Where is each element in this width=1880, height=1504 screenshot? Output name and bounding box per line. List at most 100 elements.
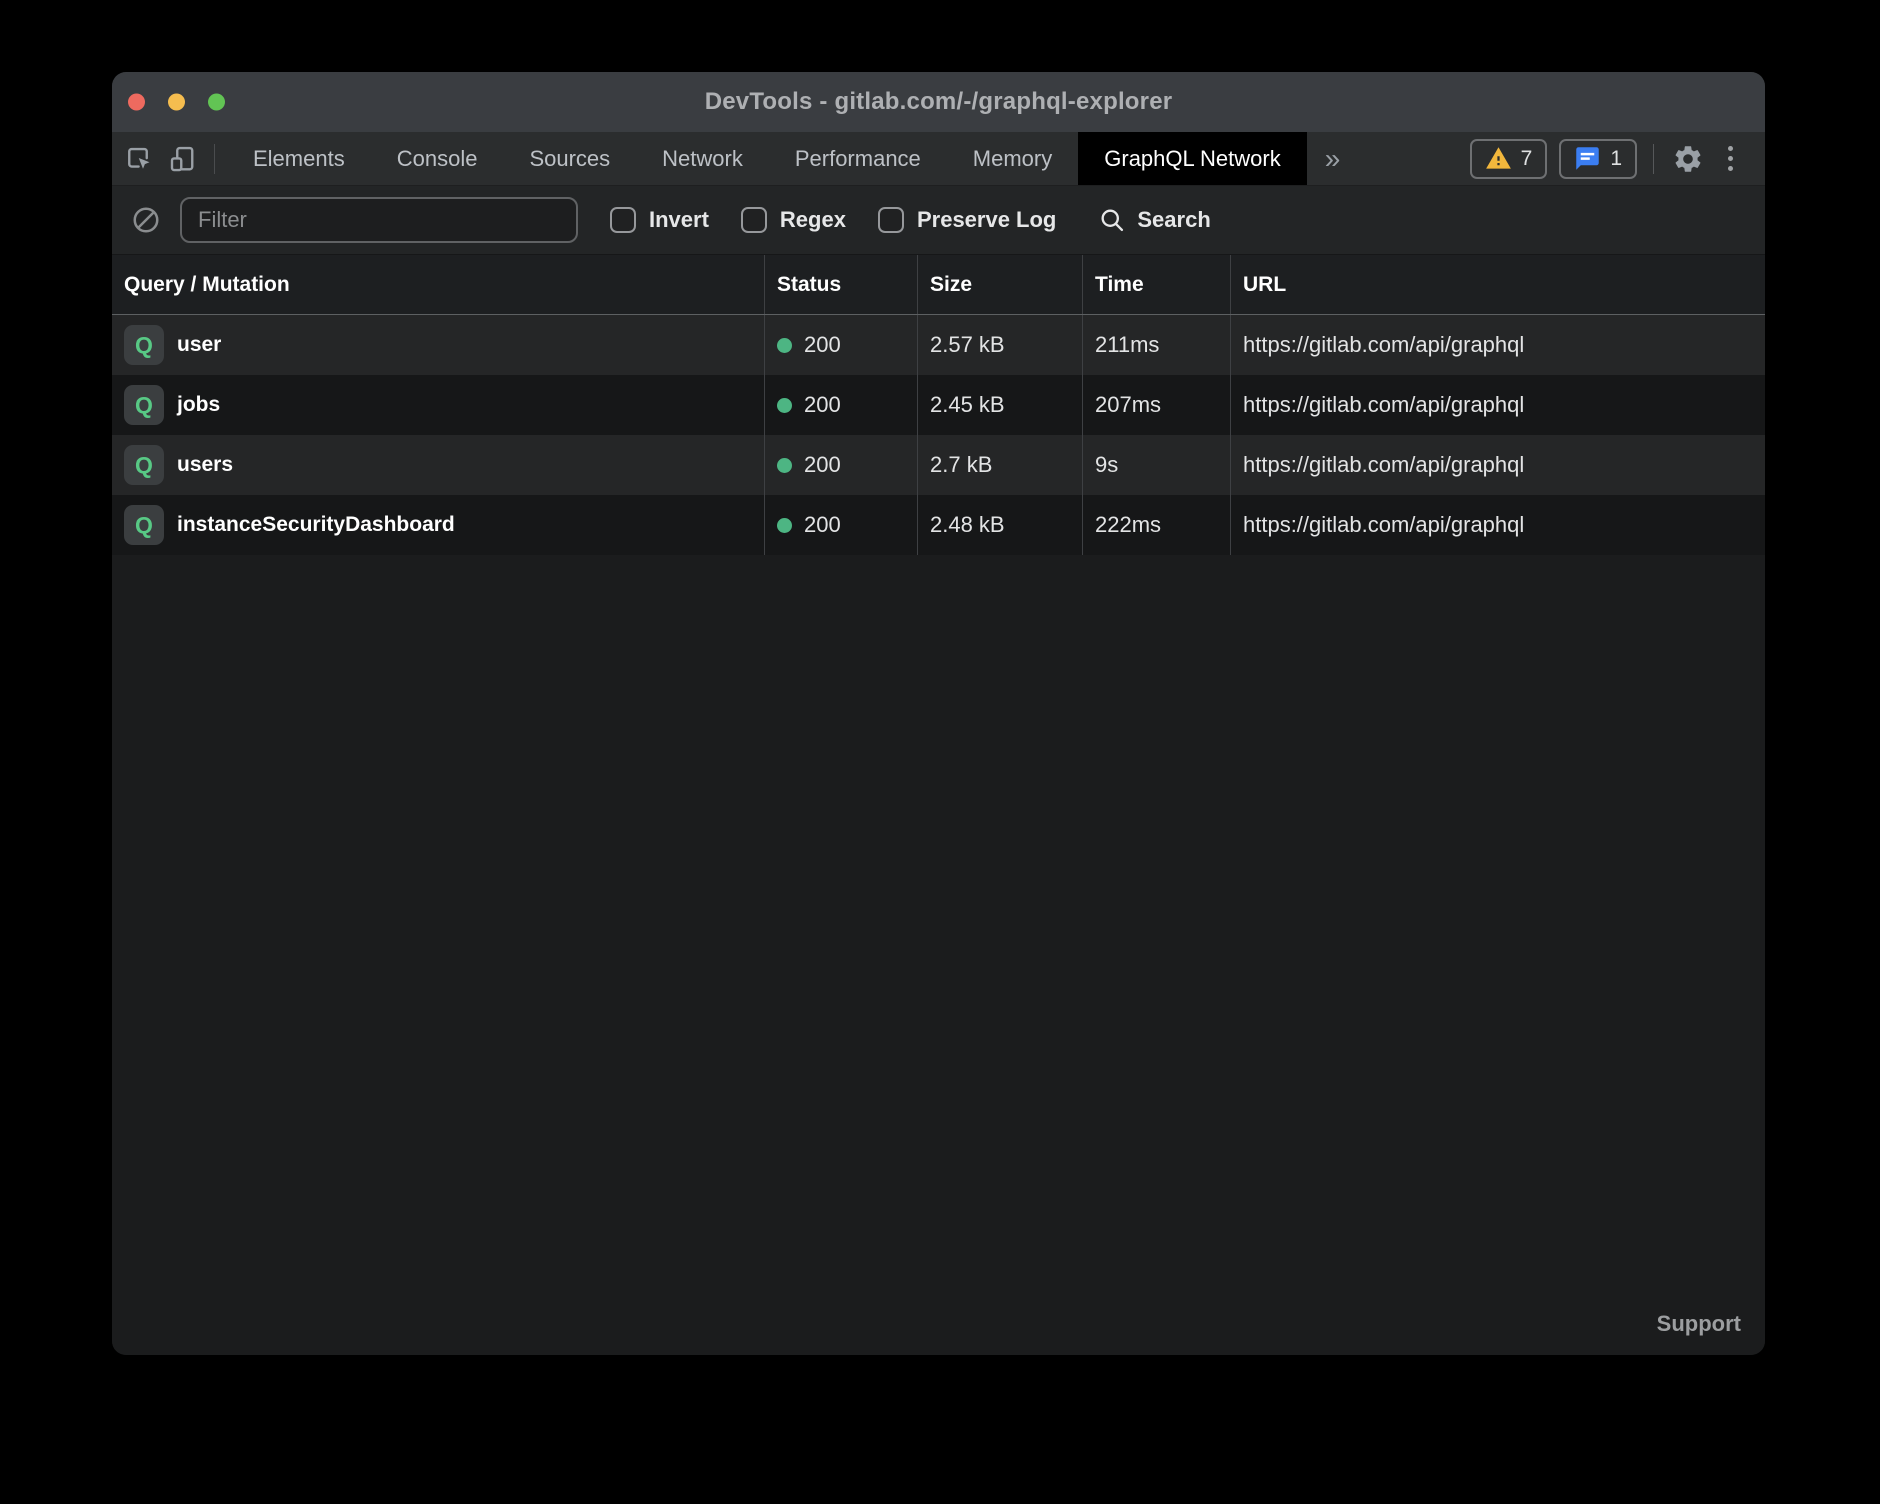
tabbar-separator xyxy=(214,144,215,174)
status-code: 200 xyxy=(804,392,841,418)
minimize-window-button[interactable] xyxy=(168,94,185,111)
checkbox-regex[interactable]: Regex xyxy=(741,207,846,233)
checkbox-box-icon xyxy=(878,207,904,233)
query-type-badge: Q xyxy=(124,505,164,545)
table-row[interactable]: Q instanceSecurityDashboard 200 2.48 kB … xyxy=(112,495,1765,555)
query-name-cell: Q instanceSecurityDashboard xyxy=(112,495,765,555)
status-code: 200 xyxy=(804,512,841,538)
inspect-cursor-icon xyxy=(123,144,153,174)
kebab-dot xyxy=(1728,156,1733,161)
column-header-time[interactable]: Time xyxy=(1083,255,1231,314)
warning-triangle-icon xyxy=(1485,145,1512,172)
more-options-button[interactable] xyxy=(1718,140,1743,177)
more-tabs-button[interactable]: » xyxy=(1325,145,1341,173)
devtools-tabs: ElementsConsoleSourcesNetworkPerformance… xyxy=(227,132,1307,185)
devtools-tab-bar: ElementsConsoleSourcesNetworkPerformance… xyxy=(112,132,1765,186)
tab-console[interactable]: Console xyxy=(371,132,504,185)
query-name-cell: Q user xyxy=(112,315,765,375)
status-code: 200 xyxy=(804,332,841,358)
requests-table-header: Query / Mutation Status Size Time URL xyxy=(112,255,1765,315)
url-cell: https://gitlab.com/api/graphql xyxy=(1231,315,1765,375)
table-row[interactable]: Q user 200 2.57 kB 211ms https://gitlab.… xyxy=(112,315,1765,375)
size-cell: 2.45 kB xyxy=(918,375,1083,435)
checkbox-invert[interactable]: Invert xyxy=(610,207,709,233)
size-cell: 2.48 kB xyxy=(918,495,1083,555)
query-name-cell: Q users xyxy=(112,435,765,495)
tab-network[interactable]: Network xyxy=(636,132,769,185)
time-cell: 211ms xyxy=(1083,315,1231,375)
query-name: instanceSecurityDashboard xyxy=(177,513,455,537)
controls-separator xyxy=(1653,144,1654,174)
traffic-lights xyxy=(128,94,225,111)
column-header-size[interactable]: Size xyxy=(918,255,1083,314)
requests-table-body: Q user 200 2.57 kB 211ms https://gitlab.… xyxy=(112,315,1765,555)
status-ok-dot-icon xyxy=(777,518,792,533)
checkbox-label: Preserve Log xyxy=(917,207,1056,233)
time-cell: 222ms xyxy=(1083,495,1231,555)
checkbox-label: Invert xyxy=(649,207,709,233)
status-cell: 200 xyxy=(765,495,918,555)
tabbar-right-controls: 7 1 xyxy=(1470,132,1765,185)
search-label: Search xyxy=(1137,207,1210,233)
issues-warning-button[interactable]: 7 xyxy=(1470,139,1548,179)
column-header-status[interactable]: Status xyxy=(765,255,918,314)
checkbox-box-icon xyxy=(741,207,767,233)
search-button[interactable]: Search xyxy=(1098,206,1210,234)
kebab-dot xyxy=(1728,166,1733,171)
window-title: DevTools - gitlab.com/-/graphql-explorer xyxy=(705,88,1173,116)
tab-sources[interactable]: Sources xyxy=(503,132,636,185)
inspect-element-button[interactable] xyxy=(120,141,156,177)
search-icon xyxy=(1098,206,1126,234)
query-name: user xyxy=(177,333,221,357)
filter-toolbar: Invert Regex Preserve Log Search xyxy=(112,186,1765,255)
status-cell: 200 xyxy=(765,435,918,495)
url-cell: https://gitlab.com/api/graphql xyxy=(1231,375,1765,435)
time-cell: 207ms xyxy=(1083,375,1231,435)
device-toolbar-icon xyxy=(167,144,197,174)
status-ok-dot-icon xyxy=(777,338,792,353)
block-requests-button[interactable] xyxy=(126,200,166,240)
gear-icon xyxy=(1672,143,1704,175)
filter-checkboxes: Invert Regex Preserve Log xyxy=(610,207,1056,233)
message-bubble-icon xyxy=(1574,145,1601,172)
filter-input[interactable] xyxy=(180,197,578,243)
tab-memory[interactable]: Memory xyxy=(947,132,1078,185)
query-type-badge: Q xyxy=(124,325,164,365)
size-cell: 2.57 kB xyxy=(918,315,1083,375)
close-window-button[interactable] xyxy=(128,94,145,111)
support-link[interactable]: Support xyxy=(1657,1311,1741,1337)
url-cell: https://gitlab.com/api/graphql xyxy=(1231,495,1765,555)
devtools-window: DevTools - gitlab.com/-/graphql-explorer… xyxy=(112,72,1765,1355)
warning-count: 7 xyxy=(1521,147,1533,171)
tab-performance[interactable]: Performance xyxy=(769,132,947,185)
status-ok-dot-icon xyxy=(777,398,792,413)
zoom-window-button[interactable] xyxy=(208,94,225,111)
status-cell: 200 xyxy=(765,375,918,435)
size-cell: 2.7 kB xyxy=(918,435,1083,495)
query-name: users xyxy=(177,453,233,477)
console-messages-button[interactable]: 1 xyxy=(1559,139,1637,179)
tab-graphql-network[interactable]: GraphQL Network xyxy=(1078,132,1306,185)
checkbox-preserve-log[interactable]: Preserve Log xyxy=(878,207,1056,233)
block-icon xyxy=(131,205,161,235)
settings-button[interactable] xyxy=(1670,141,1706,177)
status-code: 200 xyxy=(804,452,841,478)
toggle-device-toolbar-button[interactable] xyxy=(164,141,200,177)
query-name-cell: Q jobs xyxy=(112,375,765,435)
column-header-query-mutation[interactable]: Query / Mutation xyxy=(112,255,765,314)
kebab-dot xyxy=(1728,146,1733,151)
query-type-badge: Q xyxy=(124,385,164,425)
status-ok-dot-icon xyxy=(777,458,792,473)
column-header-url[interactable]: URL xyxy=(1231,255,1765,314)
query-name: jobs xyxy=(177,393,220,417)
message-count: 1 xyxy=(1610,147,1622,171)
window-titlebar: DevTools - gitlab.com/-/graphql-explorer xyxy=(112,72,1765,132)
table-row[interactable]: Q users 200 2.7 kB 9s https://gitlab.com… xyxy=(112,435,1765,495)
table-row[interactable]: Q jobs 200 2.45 kB 207ms https://gitlab.… xyxy=(112,375,1765,435)
checkbox-box-icon xyxy=(610,207,636,233)
checkbox-label: Regex xyxy=(780,207,846,233)
status-cell: 200 xyxy=(765,315,918,375)
query-type-badge: Q xyxy=(124,445,164,485)
tab-elements[interactable]: Elements xyxy=(227,132,371,185)
url-cell: https://gitlab.com/api/graphql xyxy=(1231,435,1765,495)
